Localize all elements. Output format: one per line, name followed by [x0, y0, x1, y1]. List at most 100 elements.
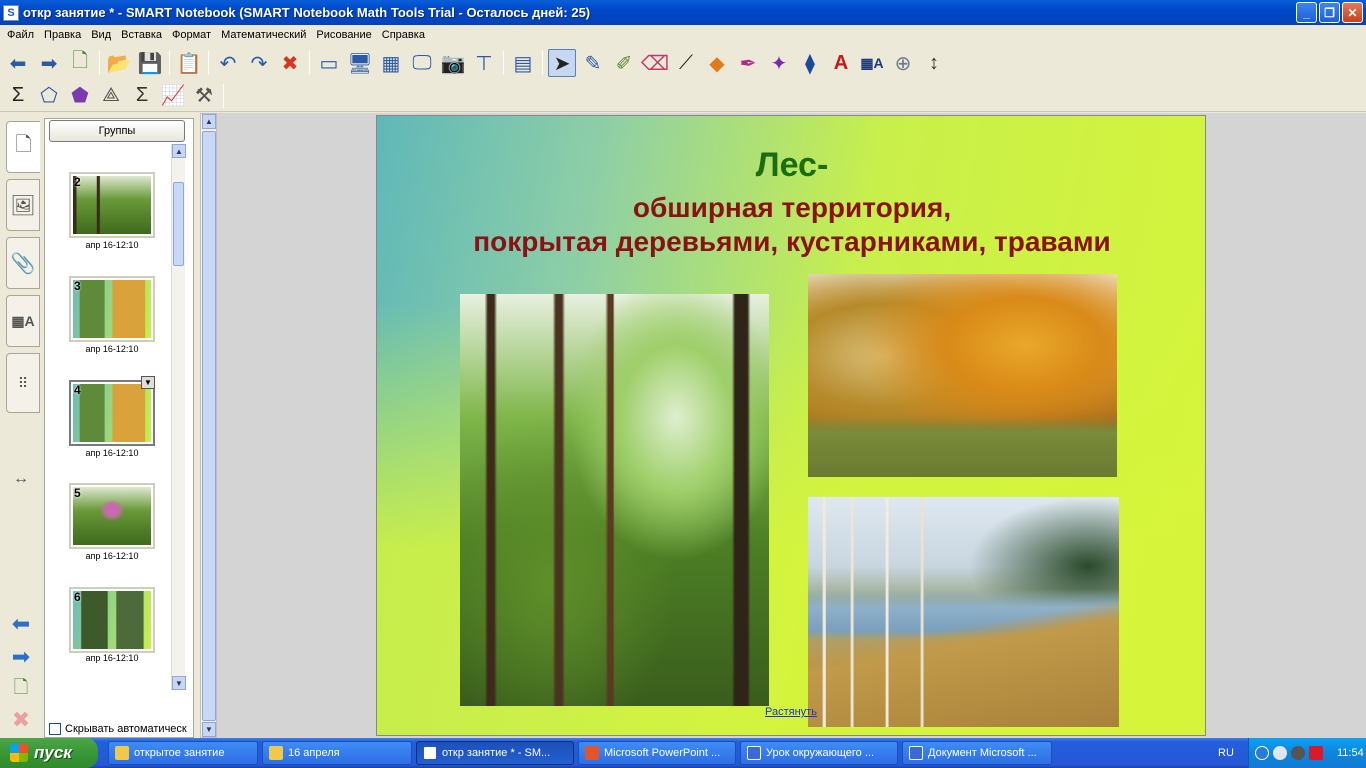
menu-bar: Файл Правка Вид Вставка Формат Математич…: [0, 25, 1366, 44]
taskbar-item[interactable]: Документ Microsoft ...: [902, 741, 1052, 765]
polygon-shape-icon[interactable]: ⬠: [35, 82, 63, 110]
menu-view[interactable]: Вид: [86, 29, 116, 41]
menu-math[interactable]: Математический: [216, 29, 311, 41]
table-icon[interactable]: ▤: [509, 49, 537, 77]
autohide-option[interactable]: Скрывать автоматическ: [49, 723, 189, 735]
gallery-tab[interactable]: 🖼: [6, 179, 40, 231]
math-tools-icon[interactable]: ⊕: [889, 49, 917, 77]
previous-page-icon[interactable]: ⬅: [8, 611, 34, 636]
scroll-thumb[interactable]: [202, 131, 216, 721]
view-screens-icon[interactable]: 🖵: [408, 49, 436, 77]
undo-icon[interactable]: ↶: [214, 49, 242, 77]
menu-format[interactable]: Формат: [167, 29, 216, 41]
menu-insert[interactable]: Вставка: [116, 29, 167, 41]
text-color-icon[interactable]: A: [827, 49, 855, 77]
full-screen-icon[interactable]: 🖥: [346, 49, 374, 77]
menu-help[interactable]: Справка: [377, 29, 430, 41]
antivirus-icon[interactable]: [1309, 746, 1323, 760]
groups-button[interactable]: Группы: [49, 120, 185, 142]
menu-draw[interactable]: Рисование: [311, 29, 376, 41]
stretch-link[interactable]: Растянуть: [765, 706, 817, 718]
scroll-thumb[interactable]: [173, 182, 184, 266]
page-sorter-tab[interactable]: 🗋: [6, 121, 40, 173]
magic-pen-icon[interactable]: ✒: [734, 49, 762, 77]
page-number: 3: [74, 279, 81, 293]
fill-icon[interactable]: ⧫: [796, 49, 824, 77]
back-arrow-icon[interactable]: ⬅: [4, 49, 32, 77]
open-folder-icon[interactable]: 📂: [105, 49, 133, 77]
taskbar-item-label: Урок окружающего ...: [766, 747, 875, 759]
slide-subtitle-line1[interactable]: обширная территория,: [377, 192, 1205, 224]
page-thumbnail-selected[interactable]: 4 ▼: [69, 376, 155, 446]
pine-forest-photo[interactable]: [460, 294, 769, 706]
page-thumbnail[interactable]: 6: [69, 587, 155, 653]
smart-notebook-app-icon[interactable]: S: [3, 4, 19, 21]
taskbar-item[interactable]: открытое занятие: [108, 741, 258, 765]
save-icon[interactable]: 💾: [136, 49, 164, 77]
network-icon[interactable]: [1273, 746, 1287, 760]
equation-icon[interactable]: Σ: [128, 82, 156, 110]
sorter-scrollbar[interactable]: ▲ ▼: [171, 144, 186, 690]
workspace: Лес- обширная территория, покрытая дерев…: [217, 113, 1366, 738]
select-arrow-icon[interactable]: ➤: [548, 49, 576, 77]
redo-icon[interactable]: ↷: [245, 49, 273, 77]
tray-expand-icon[interactable]: [1255, 746, 1269, 760]
page-sorter: Группы 2 апр 16-12:10 3 апр 16-12:10 4 ▼…: [44, 118, 194, 738]
add-page-icon[interactable]: 🗋: [66, 49, 94, 77]
panel-resize-icon[interactable]: ↔: [8, 468, 34, 490]
page-thumbnail[interactable]: 5: [69, 483, 155, 549]
slide-subtitle-line2[interactable]: покрытая деревьями, кустарниками, травам…: [377, 226, 1205, 258]
geometry-shape-icon[interactable]: ⬟: [66, 82, 94, 110]
eraser-icon[interactable]: ⌫: [641, 49, 669, 77]
hand-tools-icon[interactable]: ⚒: [190, 82, 218, 110]
taskbar-item[interactable]: Урок окружающего ...: [740, 741, 898, 765]
transparent-bg-icon[interactable]: ▦: [377, 49, 405, 77]
forward-arrow-icon[interactable]: ➡: [35, 49, 63, 77]
maximize-button[interactable]: ❐: [1319, 2, 1340, 23]
addons-tab[interactable]: ⠿: [6, 353, 40, 413]
taskbar-item[interactable]: Microsoft PowerPoint ...: [578, 741, 736, 765]
delete-page-icon[interactable]: ✖: [8, 707, 34, 732]
add-page-icon[interactable]: 🗋: [8, 677, 34, 701]
delete-icon[interactable]: ✖: [276, 49, 304, 77]
start-button[interactable]: пуск: [0, 738, 98, 768]
security-icon[interactable]: [1291, 746, 1305, 760]
properties-tab[interactable]: ▦A: [6, 295, 40, 347]
workspace-scrollbar[interactable]: ▲ ▼: [200, 113, 217, 738]
close-button[interactable]: ✕: [1342, 2, 1363, 23]
language-indicator[interactable]: RU: [1218, 747, 1234, 759]
shape-recognition-pen-icon[interactable]: ✦: [765, 49, 793, 77]
page-thumbnail[interactable]: 3: [69, 276, 155, 342]
pen-icon[interactable]: ✎: [579, 49, 607, 77]
autumn-forest-photo[interactable]: [808, 274, 1117, 477]
graph-icon[interactable]: 📈: [159, 82, 187, 110]
scroll-up-icon[interactable]: ▲: [172, 144, 186, 158]
taskbar-item-active[interactable]: откр занятие * - SM...: [416, 741, 574, 765]
scroll-down-icon[interactable]: ▼: [172, 676, 186, 690]
page-thumbnail[interactable]: 2: [69, 172, 155, 238]
text-properties-icon[interactable]: ▦A: [858, 49, 886, 77]
menu-edit[interactable]: Правка: [39, 29, 86, 41]
scroll-down-icon[interactable]: ▼: [202, 722, 216, 737]
line-icon[interactable]: ⟋: [672, 49, 700, 77]
autohide-checkbox[interactable]: [49, 723, 61, 735]
creative-pen-icon[interactable]: ✐: [610, 49, 638, 77]
compass-icon[interactable]: ⟁: [97, 82, 125, 110]
document-camera-icon[interactable]: ⊤: [470, 49, 498, 77]
next-page-icon[interactable]: ➡: [8, 644, 34, 669]
paste-icon[interactable]: 📋: [175, 49, 203, 77]
sigma-icon[interactable]: Σ: [4, 82, 32, 110]
menu-file[interactable]: Файл: [2, 29, 39, 41]
minimize-button[interactable]: _: [1296, 2, 1317, 23]
capture-icon[interactable]: 📷: [439, 49, 467, 77]
move-toolbar-icon[interactable]: ↕: [920, 49, 948, 77]
slide-page[interactable]: Лес- обширная территория, покрытая дерев…: [376, 115, 1206, 736]
attachments-tab[interactable]: 📎: [6, 237, 40, 289]
thumbnail-menu-icon[interactable]: ▼: [141, 376, 155, 389]
slide-title[interactable]: Лес-: [377, 146, 1205, 185]
screen-shade-icon[interactable]: ▭: [315, 49, 343, 77]
scroll-up-icon[interactable]: ▲: [202, 114, 216, 129]
thumbnail-image: [73, 384, 151, 442]
taskbar-item[interactable]: 16 апреля: [262, 741, 412, 765]
shapes-icon[interactable]: ◆: [703, 49, 731, 77]
